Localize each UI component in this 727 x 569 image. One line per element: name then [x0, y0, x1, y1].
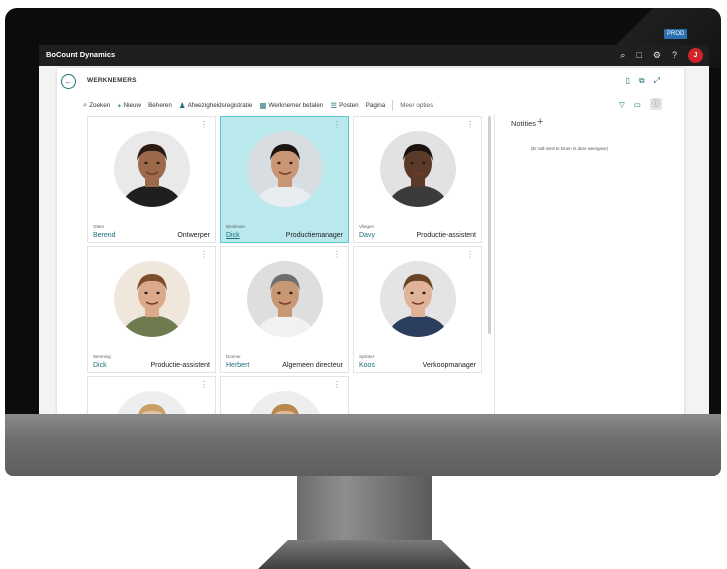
filter-icon[interactable]: ▽: [619, 100, 625, 109]
employee-last-name: Otten: [93, 224, 105, 229]
employee-role: Productiemanager: [285, 232, 343, 239]
employee-first-name[interactable]: Koos: [359, 362, 375, 369]
employee-photo: [380, 261, 456, 337]
employee-photo: [380, 131, 456, 207]
employee-card[interactable]: ⋮ Beekman Dick Productiemanager: [220, 116, 349, 243]
employee-card[interactable]: ⋮ Splinter Koos Verkoopmanager: [353, 246, 482, 373]
notes-title: Notities: [511, 119, 537, 128]
employee-photo: [114, 131, 190, 207]
employee-role: Productie-assistent: [416, 232, 476, 239]
help-icon[interactable]: ?: [672, 48, 677, 63]
employee-card[interactable]: ⋮ Donner Herbert Algemeen directeur: [220, 246, 349, 373]
info-icon[interactable]: ⓘ: [649, 98, 662, 110]
employee-first-name[interactable]: Dick: [226, 232, 240, 239]
absence-action[interactable]: ♟ Afwezigheidsregistratie: [179, 101, 252, 110]
employee-last-name: Vliegen: [359, 224, 375, 229]
open-new-window-icon[interactable]: ⧉: [639, 76, 645, 86]
bell-icon[interactable]: □: [636, 48, 641, 63]
more-icon[interactable]: ⋮: [200, 120, 208, 129]
pay-employee-action[interactable]: ▦ Werknemer betalen: [259, 101, 323, 110]
employee-photo: [247, 261, 323, 337]
employee-photo: [247, 131, 323, 207]
monitor-bezel: BoCount Dynamics ⌕ □ ⚙ ? J ← WERKNEMERS …: [5, 8, 721, 414]
page-action[interactable]: Pagina: [366, 102, 386, 109]
more-options-action[interactable]: Meer opties: [400, 102, 433, 109]
right-tools: ▽ ▭ ⓘ: [619, 98, 662, 110]
search-action[interactable]: ⌕ Zoeken: [83, 100, 110, 110]
employee-last-name: Beekman: [226, 224, 246, 229]
top-bar-icons: ⌕ □ ⚙ ? J: [620, 48, 703, 63]
list-icon: ☰: [330, 100, 338, 110]
add-note-icon[interactable]: +: [537, 116, 543, 128]
more-icon[interactable]: ⋮: [466, 250, 474, 259]
more-icon[interactable]: ⋮: [333, 380, 341, 389]
employee-photo: [114, 261, 190, 337]
env-badge: PROD: [664, 29, 688, 39]
screen: BoCount Dynamics ⌕ □ ⚙ ? J ← WERKNEMERS …: [39, 45, 709, 414]
employee-role: Productie-assistent: [150, 362, 210, 369]
plus-icon: +: [117, 100, 122, 110]
employee-first-name[interactable]: Berend: [93, 232, 116, 239]
more-icon[interactable]: ⋮: [333, 250, 341, 259]
employee-photo: [114, 391, 190, 414]
page-card: ← WERKNEMERS ▯ ⧉ ⤢ ⌕ Zoeken + Nieuw Behere…: [57, 68, 684, 414]
employee-last-name: Wenning: [93, 354, 111, 359]
employee-card[interactable]: ⋮ Wenning Dick Productie-assistent: [87, 246, 216, 373]
more-icon[interactable]: ⋮: [200, 380, 208, 389]
employee-role: Ontwerper: [177, 232, 210, 239]
employee-grid: ⋮ Otten Berend Ontwerper ⋮ Beekman Dick Product…: [87, 116, 484, 414]
expand-icon[interactable]: ⤢: [654, 76, 660, 86]
more-icon[interactable]: ⋮: [466, 120, 474, 129]
more-icon[interactable]: ⋮: [333, 120, 341, 129]
view-icon[interactable]: ▭: [634, 100, 641, 109]
employee-card[interactable]: ⋮ Vliegen Davy Productie-assistent: [353, 116, 482, 243]
employee-card[interactable]: ⋮: [220, 376, 349, 414]
monitor-chin: [5, 414, 721, 476]
employee-photo: [247, 391, 323, 414]
app-title: BoCount Dynamics: [46, 50, 116, 59]
notes-empty-text: (Er valt niets te tonen in deze weergave…: [531, 146, 608, 151]
employee-role: Algemeen directeur: [282, 362, 343, 369]
employee-last-name: Donner: [226, 354, 241, 359]
manage-action[interactable]: Beheren: [148, 102, 172, 109]
action-bar: ⌕ Zoeken + Nieuw Beheren ♟ Afwezigheidsregi…: [83, 98, 433, 112]
employee-card[interactable]: ⋮: [87, 376, 216, 414]
employee-card[interactable]: ⋮ Otten Berend Ontwerper: [87, 116, 216, 243]
search-icon: ⌕: [83, 100, 88, 109]
avatar[interactable]: J: [688, 48, 703, 63]
employee-first-name[interactable]: Herbert: [226, 362, 249, 369]
back-button[interactable]: ←: [61, 74, 76, 89]
scrollbar[interactable]: [488, 116, 491, 334]
page-title: WERKNEMERS: [87, 77, 137, 84]
gear-icon[interactable]: ⚙: [653, 48, 661, 63]
new-action[interactable]: + Nieuw: [117, 101, 141, 110]
search-icon[interactable]: ⌕: [620, 48, 625, 63]
employee-last-name: Splinter: [359, 354, 375, 359]
people-icon: ♟: [178, 100, 186, 110]
more-icon[interactable]: ⋮: [200, 250, 208, 259]
pay-icon: ▦: [259, 100, 267, 110]
monitor-stand-neck: [297, 472, 432, 540]
employee-first-name[interactable]: Davy: [359, 232, 375, 239]
entries-action[interactable]: ☰ Posten: [330, 101, 358, 110]
employee-role: Verkoopmanager: [422, 362, 476, 369]
top-bar: BoCount Dynamics ⌕ □ ⚙ ? J: [39, 45, 709, 66]
monitor-stand-base: [258, 540, 471, 569]
employee-first-name[interactable]: Dick: [93, 362, 107, 369]
bookmark-icon[interactable]: ▯: [625, 76, 629, 86]
page-controls: ▯ ⧉ ⤢: [625, 76, 660, 86]
